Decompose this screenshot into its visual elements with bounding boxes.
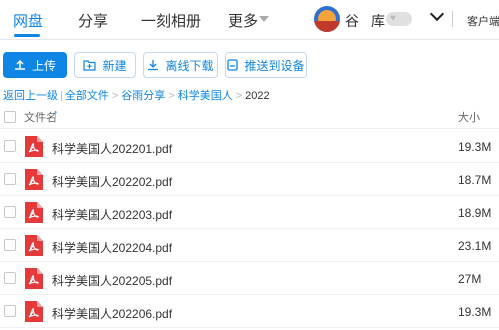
pdf-file-icon bbox=[25, 136, 43, 157]
download-icon bbox=[148, 60, 159, 71]
tab-share[interactable]: 分享 bbox=[78, 10, 108, 31]
chevron-down-icon[interactable] bbox=[429, 6, 445, 22]
file-size: 19.3M bbox=[458, 305, 492, 319]
sort-ascending-icon[interactable]: ↑ bbox=[53, 108, 59, 120]
table-row[interactable]: 科学美国人202202.pdf 18.7M bbox=[0, 163, 499, 196]
user-name[interactable]: 谷 bbox=[345, 11, 359, 31]
library-label: 库 bbox=[371, 13, 385, 29]
pdf-file-icon bbox=[25, 268, 43, 289]
heart-icon: ♥ bbox=[390, 13, 396, 24]
table-row[interactable]: 科学美国人202201.pdf 19.3M bbox=[0, 130, 499, 163]
column-header-size[interactable]: 大小 bbox=[458, 109, 480, 125]
breadcrumb-item[interactable]: 科学美国人 bbox=[178, 90, 233, 102]
back-link[interactable]: 返回上一级 bbox=[3, 90, 58, 102]
select-all-checkbox[interactable] bbox=[4, 111, 16, 123]
file-name[interactable]: 科学美国人202201.pdf bbox=[52, 140, 172, 157]
file-size: 23.1M bbox=[458, 239, 492, 253]
file-size: 27M bbox=[458, 272, 482, 286]
offline-download-button[interactable]: 离线下载 bbox=[143, 52, 218, 78]
pdf-file-icon bbox=[25, 301, 43, 322]
tab-moments-album[interactable]: 一刻相册 bbox=[141, 10, 201, 31]
file-size: 19.3M bbox=[458, 140, 492, 154]
upload-icon bbox=[14, 59, 25, 70]
table-row[interactable]: 科学美国人202204.pdf 23.1M bbox=[0, 229, 499, 262]
top-navigation: 网盘 分享 一刻相册 更多 谷 库 ♥ 客户端 bbox=[0, 0, 499, 40]
pdf-file-icon bbox=[25, 202, 43, 223]
file-name[interactable]: 科学美国人202205.pdf bbox=[52, 272, 172, 289]
divider bbox=[452, 11, 453, 27]
row-checkbox[interactable] bbox=[4, 140, 16, 152]
upload-label: 上传 bbox=[31, 58, 56, 73]
row-checkbox[interactable] bbox=[4, 206, 16, 218]
upload-button[interactable]: 上传 bbox=[3, 52, 67, 78]
file-size: 18.7M bbox=[458, 173, 492, 187]
avatar[interactable] bbox=[314, 6, 340, 32]
file-name[interactable]: 科学美国人202203.pdf bbox=[52, 206, 172, 223]
row-checkbox[interactable] bbox=[4, 173, 16, 185]
row-checkbox[interactable] bbox=[4, 239, 16, 251]
file-name[interactable]: 科学美国人202206.pdf bbox=[52, 305, 172, 322]
new-button[interactable]: 新建 bbox=[74, 52, 136, 78]
pdf-file-icon bbox=[25, 235, 43, 256]
more-dropdown-arrow-icon[interactable] bbox=[259, 16, 269, 22]
new-label: 新建 bbox=[102, 58, 127, 73]
push-to-device-button[interactable]: 推送到设备 bbox=[225, 52, 307, 78]
breadcrumb-all-files[interactable]: 全部文件 bbox=[65, 90, 109, 102]
client-link[interactable]: 客户端 bbox=[467, 13, 499, 29]
breadcrumb-current: 2022 bbox=[245, 90, 270, 102]
table-row[interactable]: 科学美国人202205.pdf 27M bbox=[0, 262, 499, 295]
file-name[interactable]: 科学美国人202204.pdf bbox=[52, 239, 172, 256]
vip-badge[interactable]: ♥ bbox=[386, 12, 412, 26]
table-row[interactable]: 科学美国人202206.pdf 19.3M bbox=[0, 295, 499, 328]
tab-more[interactable]: 更多 bbox=[228, 10, 258, 31]
table-header: 文件名 ↑ 大小 bbox=[0, 105, 499, 129]
row-checkbox[interactable] bbox=[4, 305, 16, 317]
active-tab-indicator bbox=[14, 34, 40, 37]
pdf-file-icon bbox=[25, 169, 43, 190]
table-row[interactable]: 科学美国人202203.pdf 18.9M bbox=[0, 196, 499, 229]
new-folder-icon bbox=[83, 60, 97, 71]
breadcrumb-item[interactable]: 谷雨分享 bbox=[121, 90, 165, 102]
tab-netdisk[interactable]: 网盘 bbox=[13, 10, 43, 31]
device-icon bbox=[227, 59, 239, 71]
row-checkbox[interactable] bbox=[4, 272, 16, 284]
file-size: 18.9M bbox=[458, 206, 492, 220]
breadcrumb: 返回上一级 | 全部文件 > 谷雨分享 > 科学美国人 >2022 bbox=[3, 90, 270, 102]
file-name[interactable]: 科学美国人202202.pdf bbox=[52, 173, 172, 190]
offline-download-label: 离线下载 bbox=[165, 58, 214, 73]
push-to-device-label: 推送到设备 bbox=[244, 58, 305, 73]
